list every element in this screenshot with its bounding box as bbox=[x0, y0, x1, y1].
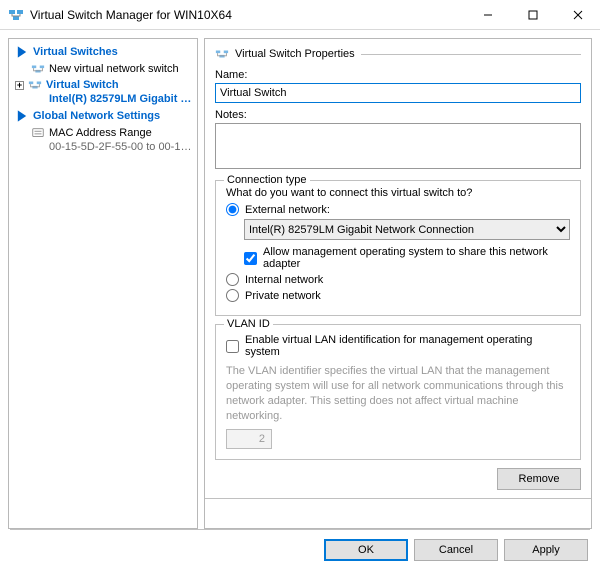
panel-title: Virtual Switch Properties bbox=[235, 48, 355, 60]
tree-item-mac-range[interactable]: MAC Address Range bbox=[11, 125, 197, 141]
tree-item-label: Virtual Switch bbox=[46, 79, 119, 91]
notes-textarea[interactable] bbox=[215, 123, 581, 169]
mac-address-icon bbox=[31, 126, 45, 140]
checkbox-enable-vlan-input[interactable] bbox=[226, 340, 239, 353]
tree-subitem-nic[interactable]: Intel(R) 82579LM Gigabit Net… bbox=[11, 93, 197, 105]
title-bar: Virtual Switch Manager for WIN10X64 bbox=[0, 0, 600, 30]
chevron-icon bbox=[15, 109, 29, 123]
maximize-button[interactable] bbox=[510, 0, 555, 29]
connection-question: What do you want to connect this virtual… bbox=[226, 187, 570, 199]
group-legend: VLAN ID bbox=[224, 318, 273, 330]
window-title: Virtual Switch Manager for WIN10X64 bbox=[30, 8, 465, 22]
chevron-icon bbox=[15, 45, 29, 59]
apply-button[interactable]: Apply bbox=[504, 539, 588, 561]
name-label: Name: bbox=[215, 69, 581, 81]
expander-icon[interactable]: + bbox=[15, 81, 24, 90]
close-button[interactable] bbox=[555, 0, 600, 29]
tree-item-new-switch[interactable]: New virtual network switch bbox=[11, 61, 197, 77]
ok-button[interactable]: OK bbox=[324, 539, 408, 561]
vlan-help-text: The VLAN identifier specifies the virtua… bbox=[226, 364, 570, 423]
properties-panel: Virtual Switch Properties Name: Notes: C… bbox=[204, 38, 592, 529]
radio-label: Internal network bbox=[245, 274, 323, 286]
checkbox-allow-mgmt[interactable]: Allow management operating system to sha… bbox=[244, 246, 570, 270]
radio-internal-network[interactable]: Internal network bbox=[226, 273, 570, 286]
tree-subitem-mac-range-value: 00-15-5D-2F-55-00 to 00-15-5D-2… bbox=[11, 141, 197, 153]
radio-external-input[interactable] bbox=[226, 203, 239, 216]
checkbox-label: Enable virtual LAN identification for ma… bbox=[245, 334, 570, 358]
radio-private-network[interactable]: Private network bbox=[226, 289, 570, 302]
remove-button[interactable]: Remove bbox=[497, 468, 581, 490]
tree-item-virtual-switch[interactable]: + Virtual Switch bbox=[11, 77, 197, 93]
radio-private-input[interactable] bbox=[226, 289, 239, 302]
connection-type-group: Connection type What do you want to conn… bbox=[215, 180, 581, 316]
dialog-button-bar: OK Cancel Apply bbox=[0, 529, 600, 571]
minimize-button[interactable] bbox=[465, 0, 510, 29]
tree-section-virtual-switches[interactable]: Virtual Switches bbox=[11, 43, 197, 61]
app-icon bbox=[8, 7, 24, 23]
group-legend: Connection type bbox=[224, 174, 310, 186]
name-input[interactable] bbox=[215, 83, 581, 103]
tree-item-label: MAC Address Range bbox=[49, 127, 152, 139]
tree-item-label: New virtual network switch bbox=[49, 63, 179, 75]
network-switch-icon bbox=[28, 78, 42, 92]
tree-section-global-settings[interactable]: Global Network Settings bbox=[11, 107, 197, 125]
network-switch-icon bbox=[31, 62, 45, 76]
notes-label: Notes: bbox=[215, 109, 581, 121]
checkbox-label: Allow management operating system to sha… bbox=[263, 246, 570, 270]
external-nic-select[interactable]: Intel(R) 82579LM Gigabit Network Connect… bbox=[244, 219, 570, 240]
radio-external-network[interactable]: External network: bbox=[226, 203, 570, 216]
vlan-id-input bbox=[226, 429, 272, 449]
checkbox-enable-vlan[interactable]: Enable virtual LAN identification for ma… bbox=[226, 334, 570, 358]
radio-label: External network: bbox=[245, 204, 330, 216]
section-label: Global Network Settings bbox=[33, 110, 160, 122]
network-switch-icon bbox=[215, 47, 229, 61]
checkbox-allow-mgmt-input[interactable] bbox=[244, 252, 257, 265]
radio-label: Private network bbox=[245, 290, 321, 302]
section-label: Virtual Switches bbox=[33, 46, 118, 58]
navigation-tree: Virtual Switches New virtual network swi… bbox=[8, 38, 198, 529]
radio-internal-input[interactable] bbox=[226, 273, 239, 286]
cancel-button[interactable]: Cancel bbox=[414, 539, 498, 561]
vlan-group: VLAN ID Enable virtual LAN identificatio… bbox=[215, 324, 581, 460]
